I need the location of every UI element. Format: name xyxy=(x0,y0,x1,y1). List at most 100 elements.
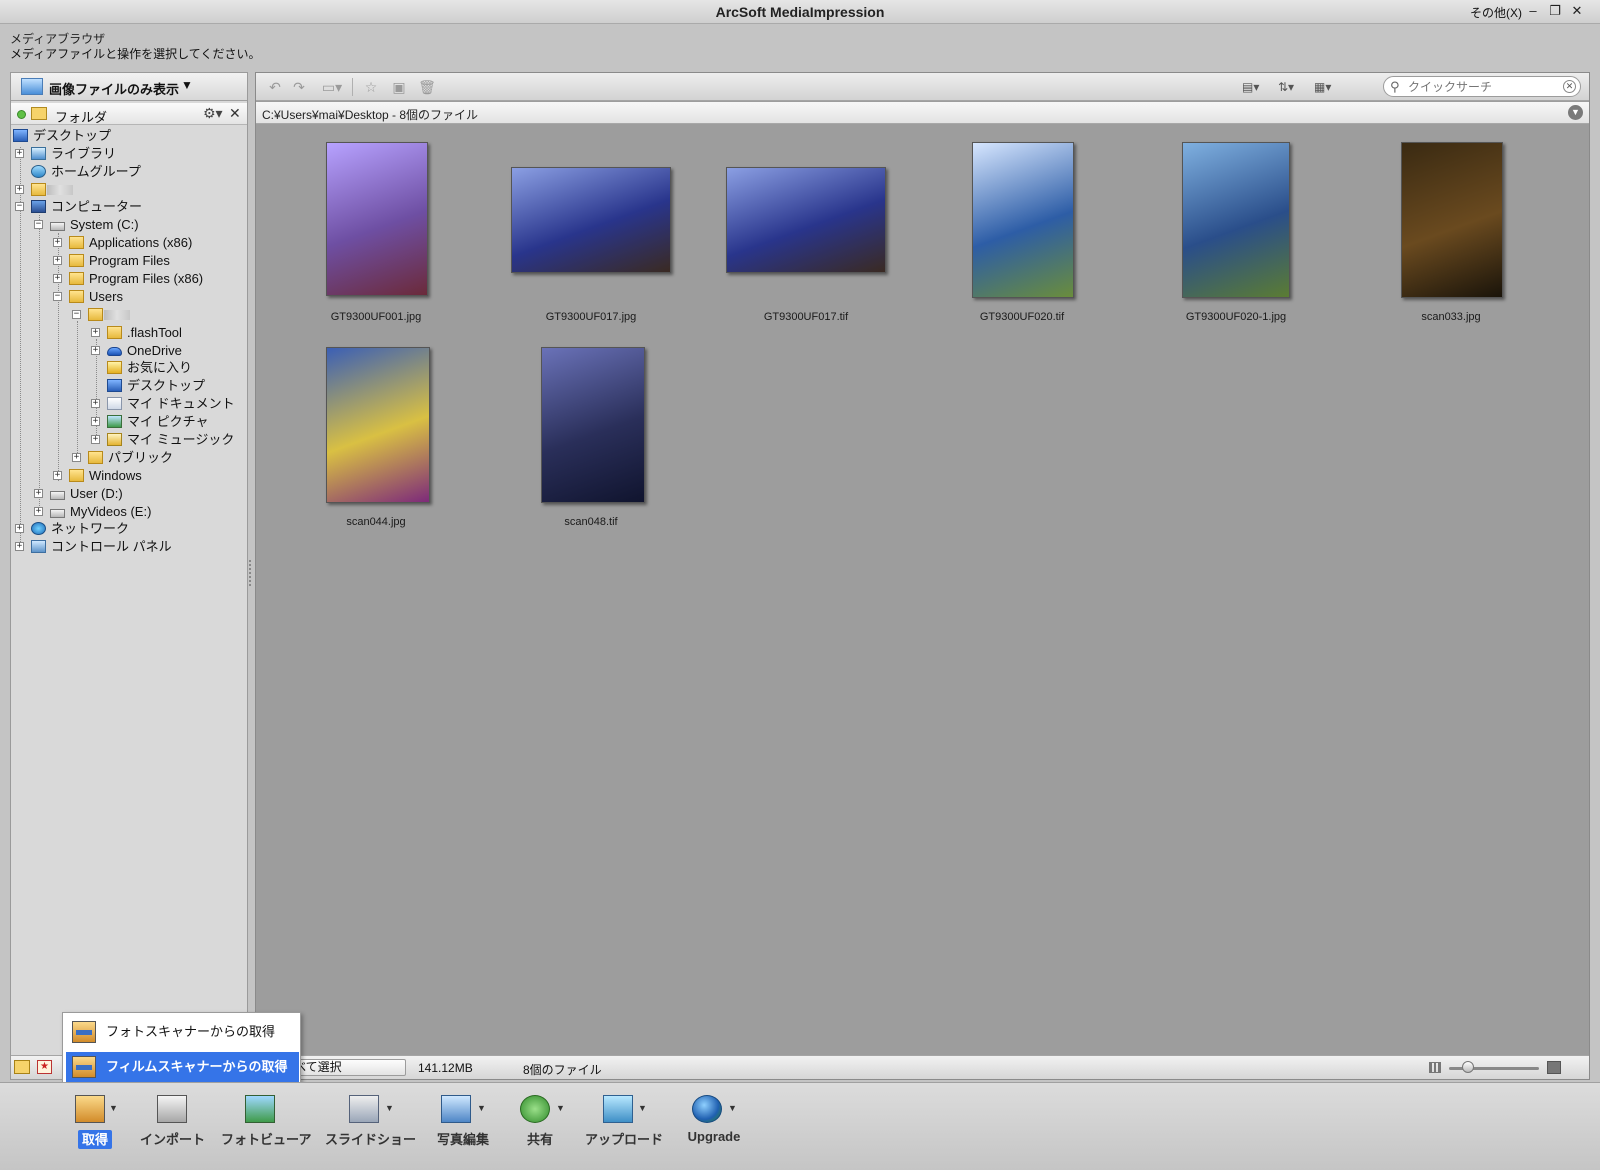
photo-edit-label: 写真編集 xyxy=(436,1132,489,1147)
chevron-down-icon[interactable]: ▼ xyxy=(477,1103,486,1113)
share-button[interactable]: ▼ 共有 xyxy=(510,1095,570,1157)
import-button[interactable]: インポート xyxy=(140,1095,205,1157)
expand-icon[interactable]: + xyxy=(34,507,43,516)
panel-splitter[interactable] xyxy=(249,560,253,586)
rotate-right-icon[interactable]: ↷ xyxy=(290,78,308,96)
music-icon xyxy=(107,433,122,446)
expand-icon[interactable]: + xyxy=(53,238,62,247)
folder-icon xyxy=(69,254,84,267)
collapse-icon[interactable]: − xyxy=(72,310,81,319)
tree-item-label: デスクトップ xyxy=(127,378,206,393)
tree-item-label: MyVideos (E:) xyxy=(70,504,152,519)
photo-edit-button[interactable]: ▼ 写真編集 xyxy=(431,1095,495,1157)
chevron-down-icon[interactable]: ▼ xyxy=(385,1103,394,1113)
close-panel-icon[interactable]: ✕ xyxy=(229,105,241,122)
desktop-icon xyxy=(107,379,122,392)
expand-icon[interactable]: + xyxy=(15,524,24,533)
thumbnail-item[interactable]: scan033.jpg xyxy=(1351,125,1551,323)
tag-icon[interactable]: ▣ xyxy=(390,78,408,96)
bottom-action-bar: ▼ 取得 インポート フォトビューア ▼ スライドショー ▼ 写真編集 ▼ 共有… xyxy=(0,1082,1600,1170)
tree-item-label: コンピューター xyxy=(51,199,143,214)
menu-item-photo-scanner[interactable]: フォトスキャナーからの取得 xyxy=(66,1017,299,1047)
trash-icon[interactable]: 🗑 xyxy=(418,78,436,96)
restore-icon[interactable]: ❐ xyxy=(1546,3,1564,19)
expand-icon[interactable]: + xyxy=(53,256,62,265)
gear-icon[interactable]: ⚙▾ xyxy=(203,105,223,122)
expand-icon[interactable]: + xyxy=(34,489,43,498)
collapse-icon[interactable]: − xyxy=(15,202,24,211)
open-with-icon[interactable]: ▭▾ xyxy=(318,78,346,96)
expand-icon[interactable]: + xyxy=(15,542,24,551)
thumbnail-image[interactable] xyxy=(1182,142,1290,298)
thumbnail-item[interactable]: GT9300UF020.tif xyxy=(922,125,1122,323)
chevron-down-icon[interactable]: ▼ xyxy=(181,78,193,92)
thumbnail-image[interactable] xyxy=(326,347,430,503)
expand-icon[interactable]: + xyxy=(91,399,100,408)
star-icon[interactable]: ☆ xyxy=(362,78,380,96)
thumbnail-item[interactable]: GT9300UF020-1.jpg xyxy=(1136,125,1336,323)
chevron-down-icon[interactable]: ▼ xyxy=(728,1103,737,1113)
thumbnail-image[interactable] xyxy=(326,142,428,296)
grid-size-icon[interactable]: ▦▾ xyxy=(1314,78,1344,96)
more-menu[interactable]: その他(X) xyxy=(1470,4,1522,21)
slideshow-button[interactable]: ▼ スライドショー xyxy=(325,1095,416,1157)
filter-label: 画像ファイルのみ表示 xyxy=(49,82,180,97)
upload-label: アップロード xyxy=(585,1132,664,1147)
thumbnail-item[interactable]: scan048.tif xyxy=(491,330,691,528)
desktop-icon xyxy=(13,129,28,142)
expand-icon[interactable]: + xyxy=(91,435,100,444)
close-icon[interactable]: ✕ xyxy=(1568,3,1586,19)
collapse-icon[interactable]: − xyxy=(53,292,62,301)
upload-button[interactable]: ▼ アップロード xyxy=(585,1095,663,1157)
acquire-button[interactable]: ▼ 取得 xyxy=(65,1095,125,1157)
small-thumbnails-icon[interactable] xyxy=(1429,1062,1441,1073)
chevron-down-icon[interactable]: ▼ xyxy=(556,1103,565,1113)
folder-icon xyxy=(88,308,103,321)
large-thumbnails-icon[interactable] xyxy=(1547,1061,1561,1074)
search-input[interactable] xyxy=(1408,79,1558,94)
menu-item-film-scanner[interactable]: フィルムスキャナーからの取得 xyxy=(66,1052,299,1082)
view-mode-icon[interactable]: ▤▾ xyxy=(1242,78,1272,96)
thumbnail-item[interactable]: GT9300UF017.tif xyxy=(706,125,906,323)
expand-icon[interactable]: + xyxy=(15,185,24,194)
library-icon xyxy=(31,147,46,160)
new-folder-icon[interactable] xyxy=(14,1060,30,1074)
thumbnail-caption: GT9300UF020.tif xyxy=(979,311,1065,323)
collapse-icon[interactable]: − xyxy=(34,220,43,229)
thumbnail-item[interactable]: scan044.jpg xyxy=(276,330,476,528)
thumbnail-image[interactable] xyxy=(541,347,645,503)
thumbnail-item[interactable]: GT9300UF017.jpg xyxy=(491,125,691,323)
sort-icon[interactable]: ⇅▾ xyxy=(1278,78,1308,96)
thumbnail-item[interactable]: GT9300UF001.jpg xyxy=(276,125,476,323)
clear-search-icon[interactable]: ✕ xyxy=(1563,80,1576,93)
minimize-icon[interactable]: – xyxy=(1524,3,1542,19)
thumbnail-image[interactable] xyxy=(972,142,1074,298)
upgrade-label: Upgrade xyxy=(687,1129,741,1144)
upgrade-button[interactable]: ▼ Upgrade xyxy=(680,1095,748,1157)
tree-item-label: User (D:) xyxy=(70,486,123,501)
expand-icon[interactable]: + xyxy=(91,328,100,337)
expand-icon[interactable]: + xyxy=(15,149,24,158)
thumbnail-image[interactable] xyxy=(726,167,886,273)
thumbnail-image[interactable] xyxy=(1401,142,1503,298)
filter-dropdown[interactable]: 画像ファイルのみ表示 ▼ xyxy=(11,73,247,101)
toolbar-divider xyxy=(352,78,353,96)
status-bar: すべて選択 141.12MB 8個のファイル xyxy=(256,1055,1589,1079)
expand-icon[interactable]: + xyxy=(53,471,62,480)
favorite-folder-icon[interactable]: ★ xyxy=(37,1060,52,1074)
zoom-slider-handle[interactable] xyxy=(1462,1061,1474,1073)
film-scanner-icon xyxy=(72,1056,96,1078)
path-dropdown-icon[interactable]: ▼ xyxy=(1568,105,1583,120)
rotate-left-icon[interactable]: ↶ xyxy=(266,78,284,96)
redacted-name xyxy=(104,310,130,320)
chevron-down-icon[interactable]: ▼ xyxy=(638,1103,647,1113)
homegroup-icon xyxy=(31,165,46,178)
expand-icon[interactable]: + xyxy=(91,417,100,426)
thumbnail-image[interactable] xyxy=(511,167,671,273)
expand-icon[interactable]: + xyxy=(91,346,100,355)
chevron-down-icon[interactable]: ▼ xyxy=(109,1103,118,1113)
tree-item-label: ホームグループ xyxy=(51,164,141,179)
expand-icon[interactable]: + xyxy=(72,453,81,462)
photo-viewer-button[interactable]: フォトビューア xyxy=(221,1095,311,1157)
expand-icon[interactable]: + xyxy=(53,274,62,283)
